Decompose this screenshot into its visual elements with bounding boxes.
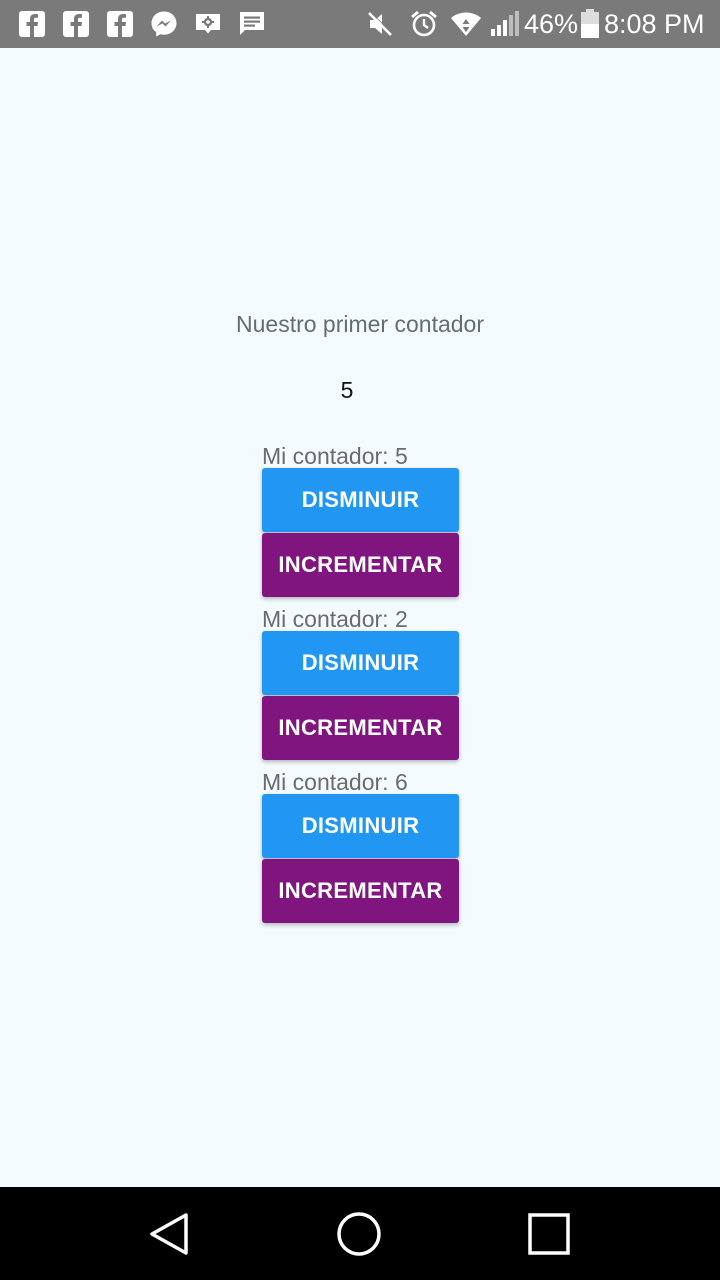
- decrement-button[interactable]: DISMINUIR: [262, 794, 459, 858]
- counter-label: Mi contador: 6: [262, 769, 408, 795]
- alarm-icon: [411, 10, 437, 37]
- increment-button[interactable]: INCREMENTAR: [262, 533, 459, 597]
- battery-percent: 46%: [524, 9, 579, 39]
- navigation-bar: [0, 1187, 720, 1280]
- status-bar: 46% 8:08 PM: [0, 0, 720, 48]
- clock-time: 8:08 PM: [604, 9, 705, 39]
- counter-1: Mi contador: 5 DISMINUIR INCREMENTAR: [262, 444, 459, 597]
- messenger-icon: [151, 11, 177, 37]
- page-title: Nuestro primer contador: [236, 311, 484, 337]
- facebook-icon: [63, 11, 89, 37]
- mute-icon: [368, 11, 393, 36]
- wifi-icon: [451, 12, 481, 36]
- recents-icon[interactable]: [524, 1209, 574, 1259]
- decrement-button[interactable]: DISMINUIR: [262, 468, 459, 532]
- app-content: Nuestro primer contador 5 Mi contador: 5…: [0, 48, 720, 1187]
- main-count: 5: [340, 377, 354, 403]
- increment-button[interactable]: INCREMENTAR: [262, 696, 459, 760]
- battery-icon: [581, 9, 599, 38]
- back-icon[interactable]: [144, 1209, 194, 1259]
- home-icon[interactable]: [334, 1209, 384, 1259]
- signal-icon: [491, 11, 519, 36]
- facebook-icon: [19, 11, 45, 37]
- counter-3: Mi contador: 6 DISMINUIR INCREMENTAR: [262, 770, 459, 923]
- counter-label: Mi contador: 2: [262, 606, 408, 632]
- increment-button[interactable]: INCREMENTAR: [262, 859, 459, 923]
- message-icon: [240, 12, 264, 35]
- counter-2: Mi contador: 2 DISMINUIR INCREMENTAR: [262, 607, 459, 760]
- facebook-icon: [107, 11, 133, 37]
- photo-notification-icon: [196, 14, 220, 34]
- counter-label: Mi contador: 5: [262, 443, 408, 469]
- decrement-button[interactable]: DISMINUIR: [262, 631, 459, 695]
